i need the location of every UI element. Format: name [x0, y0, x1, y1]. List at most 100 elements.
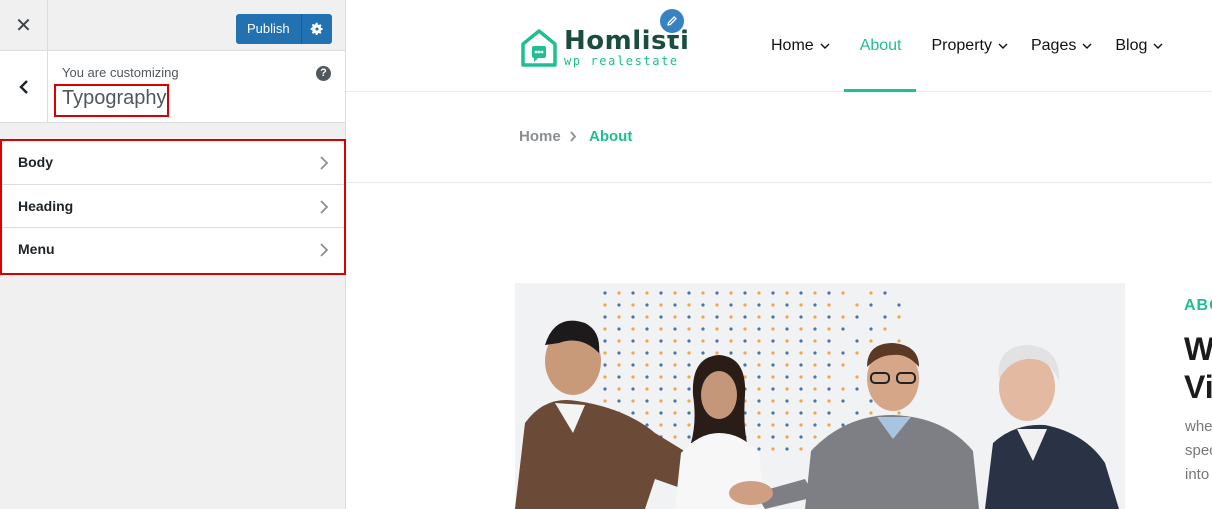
decor-dot — [785, 375, 789, 379]
decor-dot — [673, 291, 677, 295]
decor-dot — [645, 363, 649, 367]
decor-dot — [827, 423, 831, 427]
about-text-line: into — [1185, 466, 1210, 483]
decor-dot — [757, 363, 761, 367]
decor-dot — [673, 399, 677, 403]
decor-dot — [603, 327, 607, 331]
back-button[interactable] — [0, 51, 48, 122]
nav-item-home[interactable]: Home — [771, 0, 830, 92]
decor-dot — [687, 351, 691, 355]
decor-dot — [771, 303, 775, 307]
decor-dot — [673, 327, 677, 331]
decor-dot — [771, 411, 775, 415]
decor-dot — [673, 339, 677, 343]
decor-dot — [631, 351, 635, 355]
decor-dot — [813, 375, 817, 379]
decor-dot — [827, 351, 831, 355]
decor-dot — [631, 411, 635, 415]
nav-item-pages[interactable]: Pages — [1031, 0, 1092, 92]
decor-dot — [659, 375, 663, 379]
decor-dot — [631, 303, 635, 307]
publish-settings-button[interactable] — [301, 14, 332, 44]
nav-item-about[interactable]: About — [843, 0, 916, 92]
nav-item-property[interactable]: Property — [932, 0, 1008, 92]
chevron-right-icon — [320, 199, 329, 214]
decor-dot — [687, 399, 691, 403]
decor-dot — [855, 303, 859, 307]
decor-dot — [701, 315, 705, 319]
decor-dot — [687, 303, 691, 307]
decor-dot — [813, 399, 817, 403]
decor-dot — [799, 351, 803, 355]
decor-dot — [715, 339, 719, 343]
site-logo[interactable]: Homlisti wp realestate — [520, 28, 689, 68]
decor-dot — [799, 387, 803, 391]
decor-dot — [771, 399, 775, 403]
about-heading-line: W — [1184, 331, 1212, 367]
decor-dot — [813, 351, 817, 355]
decor-dot — [757, 399, 761, 403]
decor-dot — [757, 339, 761, 343]
decor-dot — [869, 291, 873, 295]
decor-dot — [799, 435, 803, 439]
decor-dot — [785, 447, 789, 451]
handshake-illustration — [515, 283, 1125, 509]
close-customizer-button[interactable]: ✕ — [0, 0, 48, 50]
decor-dot — [897, 411, 901, 415]
decor-dot — [743, 351, 747, 355]
decor-dot — [603, 339, 607, 343]
chevron-down-icon — [998, 43, 1008, 49]
site-preview: Homlisti wp realestate Home About Proper… — [346, 0, 1212, 509]
decor-dot — [659, 399, 663, 403]
decor-dot — [813, 327, 817, 331]
publish-group: Publish — [236, 14, 332, 44]
decor-dot — [687, 375, 691, 379]
decor-dot — [645, 387, 649, 391]
decor-dot — [785, 363, 789, 367]
decor-dot — [687, 435, 691, 439]
decor-dot — [701, 339, 705, 343]
decor-dot — [841, 315, 845, 319]
panel-item-heading[interactable]: Heading — [2, 185, 344, 228]
panel-item-label: Heading — [18, 197, 74, 214]
publish-button[interactable]: Publish — [236, 14, 302, 44]
decor-dot — [827, 387, 831, 391]
decor-dot — [757, 291, 761, 295]
nav-item-blog[interactable]: Blog — [1115, 0, 1163, 92]
decor-dot — [729, 339, 733, 343]
panel-item-label: Menu — [18, 241, 55, 257]
edit-shortcut-button[interactable] — [658, 7, 686, 35]
decor-dot — [799, 339, 803, 343]
help-icon[interactable]: ? — [316, 66, 331, 81]
decor-dot — [771, 435, 775, 439]
decor-dot — [645, 291, 649, 295]
decor-dot — [645, 375, 649, 379]
decor-dot — [673, 411, 677, 415]
decor-dot — [771, 351, 775, 355]
decor-dot — [617, 351, 621, 355]
breadcrumb-current: About — [589, 128, 633, 145]
decor-dot — [771, 327, 775, 331]
panel-item-menu[interactable]: Menu — [2, 228, 344, 272]
typography-panel-list: Body Heading Menu — [0, 139, 346, 275]
decor-dot — [869, 411, 873, 415]
decor-dot — [603, 351, 607, 355]
decor-dot — [743, 303, 747, 307]
decor-dot — [841, 351, 845, 355]
decor-dot — [659, 327, 663, 331]
decor-dot — [617, 363, 621, 367]
decor-dot — [757, 327, 761, 331]
decor-dot — [631, 387, 635, 391]
breadcrumb-home-link[interactable]: Home — [519, 128, 561, 145]
panel-item-body[interactable]: Body — [2, 141, 344, 185]
logo-tagline: wp realestate — [564, 54, 679, 68]
decor-dot — [729, 303, 733, 307]
decor-dot — [813, 315, 817, 319]
decor-dot — [743, 327, 747, 331]
decor-dot — [701, 291, 705, 295]
decor-dot — [785, 351, 789, 355]
chevron-down-icon — [1082, 43, 1092, 49]
decor-dot — [687, 327, 691, 331]
decor-dot — [617, 303, 621, 307]
decor-dot — [659, 303, 663, 307]
